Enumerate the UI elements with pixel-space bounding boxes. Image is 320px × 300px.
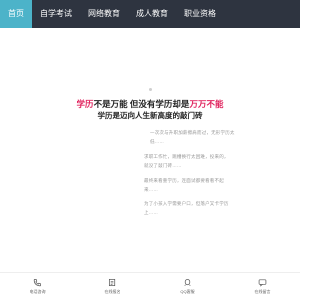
nav-item-adult-education[interactable]: 成人教育: [128, 0, 176, 28]
phone-consult-tab[interactable]: 电话咨询: [0, 273, 75, 300]
pain-point-text-4: 为了小孩入学需要户口，但落户又卡学历上……: [144, 201, 229, 215]
online-register-tab[interactable]: 在线报名: [75, 273, 150, 300]
hero-banner: [0, 28, 300, 94]
pain-point-text-2: 求职工作忙，跳槽换行太困难，投来的，就没了敲门砖……: [144, 154, 229, 168]
headline-highlight-1: 学历: [76, 99, 94, 109]
subheadline: 学历是迈向人生新高度的敲门砖: [97, 111, 203, 120]
carousel-indicator: [0, 88, 300, 91]
headline-highlight-2: 万万不能: [189, 99, 224, 109]
headline: 学历不是万能 但没有学历却是万万不能: [0, 98, 300, 110]
carousel-dot[interactable]: [148, 88, 152, 91]
qq-service-label: QQ客服: [180, 289, 195, 294]
pain-point-text-3: 最终来看重学历，连面试都要看看不起来……: [144, 178, 224, 192]
edit-icon: [108, 278, 116, 287]
top-navigation: 首页 自学考试 网络教育 成人教育 职业资格: [0, 0, 300, 28]
qq-service-tab[interactable]: QQ客服: [150, 273, 225, 300]
online-message-label: 在线留言: [254, 289, 271, 294]
nav-item-online-education[interactable]: 网络教育: [80, 0, 128, 28]
headline-text: 不是万能 但没有学历却是: [93, 99, 190, 109]
online-message-tab[interactable]: 在线留言: [225, 273, 300, 300]
message-icon: [258, 279, 267, 287]
nav-item-self-study[interactable]: 自学考试: [32, 0, 80, 28]
online-register-label: 在线报名: [104, 289, 121, 294]
qq-icon: [184, 278, 191, 287]
phone-consult-label: 电话咨询: [29, 289, 46, 294]
bottom-tab-bar: 电话咨询 在线报名 QQ客服 在线留言: [0, 272, 300, 300]
nav-item-home[interactable]: 首页: [0, 0, 32, 28]
nav-item-vocational[interactable]: 职业资格: [176, 0, 224, 28]
phone-icon: [33, 278, 42, 287]
pain-point-text-1: 一次次与升职加薪擦肩而过，无形学历太低……: [150, 130, 235, 144]
